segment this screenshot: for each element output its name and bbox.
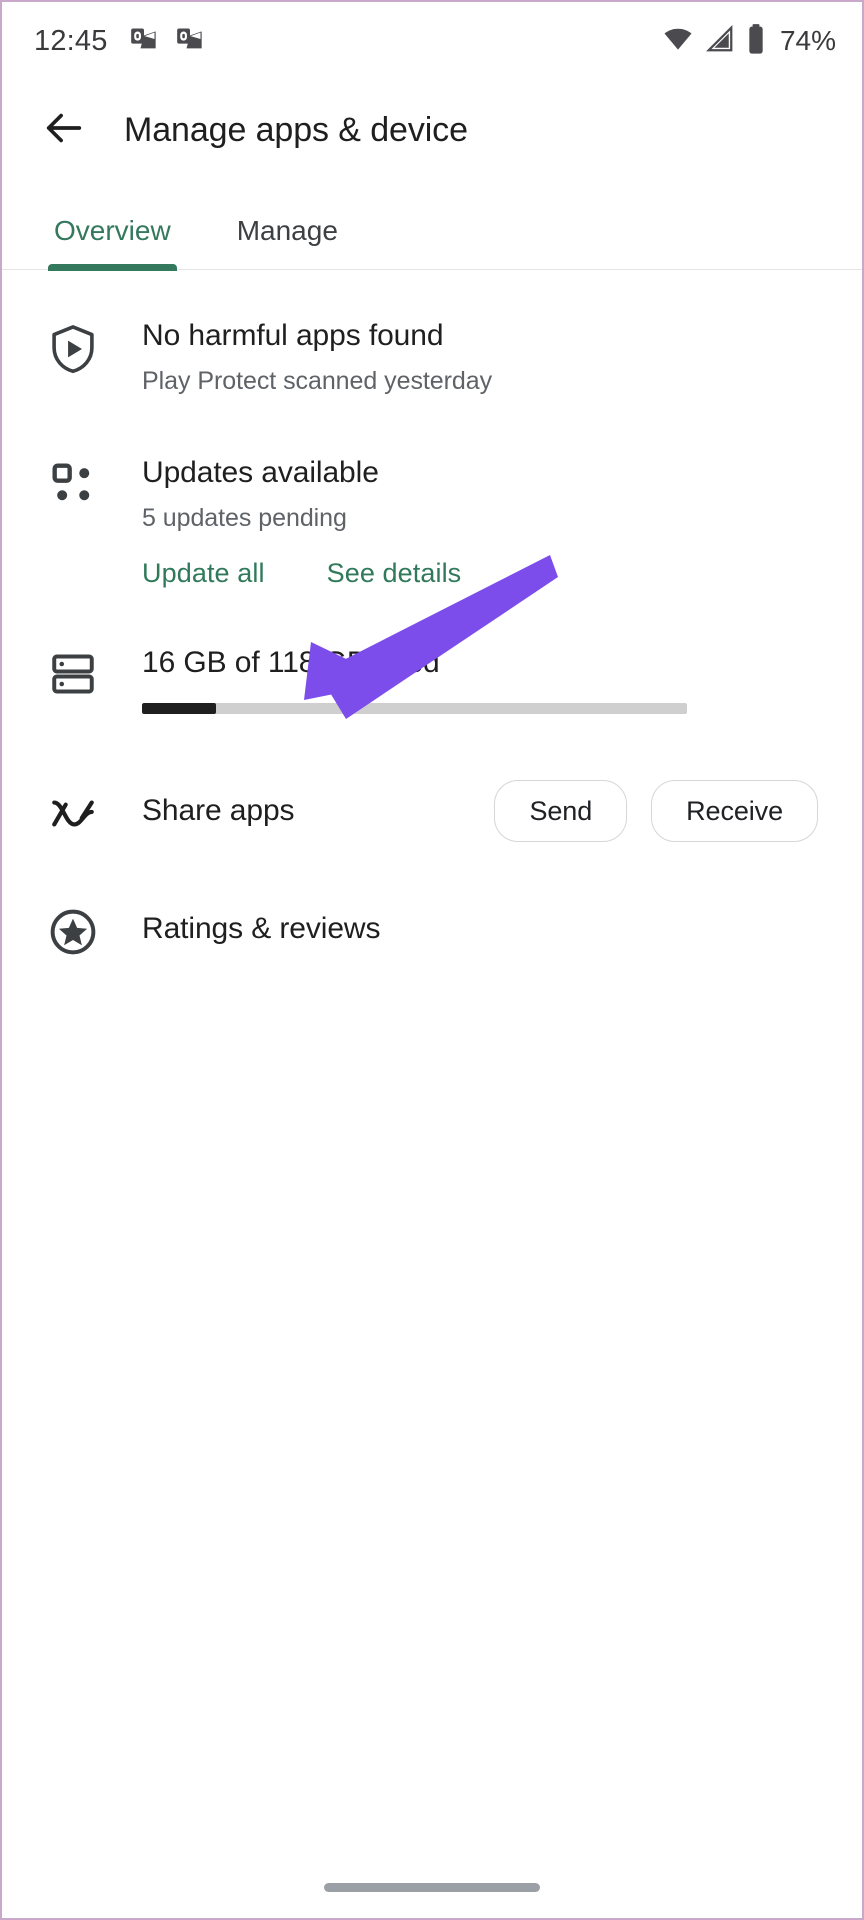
row-play-protect[interactable]: No harmful apps found Play Protect scann… (2, 316, 862, 399)
status-bar-system-icons: 74% (662, 23, 836, 60)
ratings-reviews-label: Ratings & reviews (142, 912, 381, 945)
purple-pointer-arrow (304, 555, 558, 719)
share-apps-buttons: Send Receive (494, 780, 818, 842)
app-bar: Manage apps & device (2, 80, 862, 180)
outlook-notification-icon (130, 25, 158, 58)
status-bar-clock: 12:45 (34, 24, 108, 57)
play-protect-body: No harmful apps found Play Protect scann… (110, 316, 828, 399)
star-circle-icon (36, 900, 110, 958)
update-all-button[interactable]: Update all (142, 558, 265, 589)
row-ratings-reviews[interactable]: Ratings & reviews (2, 900, 862, 958)
play-protect-subtitle: Play Protect scanned yesterday (142, 367, 493, 395)
tab-bar: Overview Manage (2, 180, 862, 271)
tab-overview[interactable]: Overview (48, 215, 177, 271)
storage-icon (36, 643, 110, 714)
wifi-icon (662, 24, 694, 59)
see-details-button[interactable]: See details (327, 558, 462, 589)
storage-body: 16 GB of 118 GB used (110, 643, 828, 714)
battery-percent-label: 74% (779, 25, 836, 56)
receive-button[interactable]: Receive (651, 780, 818, 842)
updates-actions: Update all See details (142, 558, 818, 589)
storage-progress-fill (142, 703, 217, 714)
arrow-left-icon (41, 105, 87, 156)
phone-screen: 12:45 74% Manage apps & device Overview … (0, 0, 864, 1920)
updates-body: Updates available 5 updates pending Upda… (110, 453, 828, 589)
storage-title: 16 GB of 118 GB used (142, 646, 440, 679)
back-button[interactable] (32, 98, 96, 162)
ratings-body: Ratings & reviews (110, 912, 828, 946)
row-share-apps[interactable]: Share apps Send Receive (2, 780, 862, 842)
send-button[interactable]: Send (494, 780, 628, 842)
tab-overview-label: Overview (54, 215, 171, 246)
status-bar-notification-icons (130, 25, 204, 58)
updates-title: Updates available (142, 456, 379, 489)
home-gesture-bar[interactable] (324, 1883, 540, 1892)
overview-content: No harmful apps found Play Protect scann… (2, 316, 862, 958)
tab-active-indicator (48, 264, 177, 271)
outlook-notification-icon (176, 25, 204, 58)
share-apps-label: Share apps (142, 794, 295, 827)
row-storage[interactable]: 16 GB of 118 GB used (2, 643, 862, 714)
share-apps-body: Share apps Send Receive (110, 780, 828, 842)
tab-manage-label: Manage (236, 215, 338, 246)
apps-grid-icon (36, 453, 110, 589)
battery-icon (746, 23, 766, 60)
shield-play-icon (36, 316, 110, 399)
updates-subtitle: 5 updates pending (142, 504, 347, 532)
cellular-signal-icon (705, 24, 735, 59)
storage-progress-bar (142, 703, 687, 714)
row-updates[interactable]: Updates available 5 updates pending Upda… (2, 453, 862, 589)
page-title: Manage apps & device (124, 110, 468, 149)
status-bar: 12:45 74% (2, 2, 862, 80)
play-protect-title: No harmful apps found (142, 319, 444, 352)
tab-manage[interactable]: Manage (231, 215, 344, 269)
share-apps-icon (36, 785, 110, 837)
